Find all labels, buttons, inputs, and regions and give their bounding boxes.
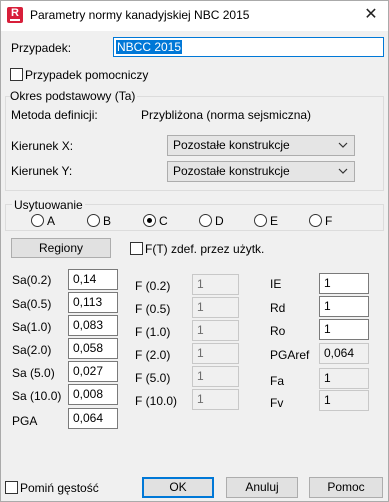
direction-y-label: Kierunek Y:: [11, 164, 73, 178]
auxiliary-case-label: Przypadek pomocniczy: [25, 68, 149, 82]
sa-input[interactable]: 0,113: [68, 292, 118, 313]
site-radio-e[interactable]: [254, 214, 267, 227]
ie-input[interactable]: 1: [319, 273, 369, 294]
sa-input[interactable]: 0,008: [68, 384, 118, 405]
site-option-a: A: [47, 214, 56, 228]
direction-x-value: Pozostałe konstrukcje: [173, 138, 290, 152]
case-name-value: NBCC 2015: [116, 40, 183, 54]
f-label: F (5.0): [135, 371, 171, 385]
f-label: F (0.2): [135, 279, 171, 293]
site-option-f: F: [325, 214, 333, 228]
f-input: 1: [192, 366, 239, 387]
f-label: F (10.0): [135, 394, 178, 408]
case-name-input[interactable]: NBCC 2015: [113, 37, 384, 57]
ie-label: IE: [270, 277, 282, 291]
sa-label: Sa(1.0): [12, 320, 52, 334]
rd-label: Rd: [270, 301, 286, 315]
app-logo-icon: R: [7, 7, 23, 23]
auxiliary-case-checkbox[interactable]: [10, 68, 23, 81]
site-option-b: B: [103, 214, 112, 228]
sa-input[interactable]: 0,14: [68, 269, 118, 290]
site-radio-a[interactable]: [31, 214, 44, 227]
sa-input[interactable]: 0,058: [68, 338, 118, 359]
f-label: F (2.0): [135, 348, 171, 362]
f-label: F (1.0): [135, 325, 171, 339]
fa-value: 1: [319, 368, 369, 389]
direction-y-value: Pozostałe konstrukcje: [173, 164, 290, 178]
site-option-c: C: [159, 214, 168, 228]
sa-label: Sa (5.0): [12, 366, 55, 380]
chevron-down-icon: [338, 142, 348, 148]
pgaref-value: 0,064: [319, 343, 369, 364]
direction-x-label: Kierunek X:: [11, 139, 74, 153]
pga-label: PGA: [12, 414, 38, 428]
site-radio-b[interactable]: [87, 214, 100, 227]
fv-label: Fv: [270, 396, 284, 410]
skip-density-label: Pomiń gęstość: [20, 481, 99, 495]
site-option-e: E: [270, 214, 279, 228]
f-input: 1: [192, 389, 239, 410]
regions-button[interactable]: Regiony: [11, 238, 111, 258]
pga-input[interactable]: 0,064: [68, 408, 118, 429]
sa-label: Sa(2.0): [12, 343, 52, 357]
cancel-button[interactable]: Anuluj: [226, 477, 298, 498]
sa-label: Sa(0.5): [12, 297, 52, 311]
site-option-d: D: [215, 214, 224, 228]
ft-user-defined-label: F(T) zdef. przez użytk.: [145, 242, 265, 256]
f-input: 1: [192, 343, 239, 364]
rd-input[interactable]: 1: [319, 296, 369, 317]
ok-button[interactable]: OK: [142, 477, 214, 498]
f-input: 1: [192, 320, 239, 341]
f-input: 1: [192, 274, 239, 295]
method-label: Metoda definicji:: [11, 108, 98, 122]
direction-x-select[interactable]: Pozostałe konstrukcje: [167, 135, 355, 156]
site-radio-c[interactable]: [143, 214, 156, 227]
case-label: Przypadek:: [11, 41, 72, 55]
close-icon[interactable]: ✕: [358, 4, 384, 26]
site-radio-d[interactable]: [199, 214, 212, 227]
fv-value: 1: [319, 390, 369, 411]
help-button[interactable]: Pomoc: [309, 477, 383, 498]
sa-input[interactable]: 0,027: [68, 361, 118, 382]
ro-input[interactable]: 1: [319, 319, 369, 340]
sa-label: Sa (10.0): [12, 389, 62, 403]
f-input: 1: [192, 297, 239, 318]
sa-input[interactable]: 0,083: [68, 315, 118, 336]
sa-label: Sa(0.2): [12, 273, 52, 287]
app-logo-letter: R: [11, 7, 19, 19]
chevron-down-icon: [338, 168, 348, 174]
window-title: Parametry normy kanadyjskiej NBC 2015: [30, 8, 250, 22]
pgaref-label: PGAref: [270, 348, 310, 362]
site-group-title: Usytuowanie: [12, 198, 85, 212]
ro-label: Ro: [270, 324, 286, 338]
period-group-title: Okres podstawowy (Ta): [10, 89, 138, 103]
skip-density-checkbox[interactable]: [5, 481, 18, 494]
site-radio-f[interactable]: [309, 214, 322, 227]
fa-label: Fa: [270, 374, 285, 388]
direction-y-select[interactable]: Pozostałe konstrukcje: [167, 161, 355, 182]
method-value: Przybliżona (norma sejsmiczna): [141, 108, 312, 122]
f-label: F (0.5): [135, 302, 171, 316]
ft-user-defined-checkbox[interactable]: [130, 242, 143, 255]
